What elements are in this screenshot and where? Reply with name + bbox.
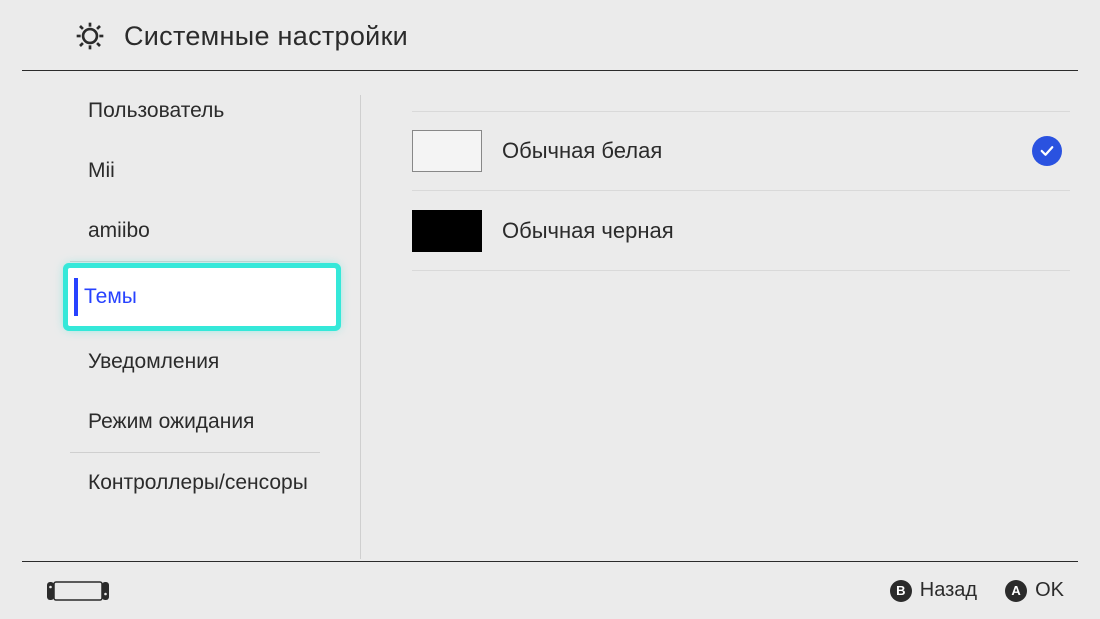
sidebar-item-themes[interactable]: Темы (68, 268, 336, 326)
sidebar-item-label: Уведомления (88, 350, 219, 374)
check-icon (1032, 136, 1062, 166)
sidebar-item-label: Темы (84, 285, 137, 309)
content-panel: Обычная белая Обычная черная (360, 71, 1100, 555)
theme-label: Обычная белая (502, 138, 662, 164)
sidebar-item-label: amiibo (88, 219, 150, 243)
sidebar-item-sleep[interactable]: Режим ожидания (0, 392, 360, 452)
header: Системные настройки (22, 0, 1078, 71)
theme-label: Обычная черная (502, 218, 674, 244)
back-hint[interactable]: B Назад (890, 579, 977, 602)
vertical-divider (360, 95, 361, 559)
sidebar-item-label: Пользователь (88, 99, 224, 123)
sidebar-item-controllers[interactable]: Контроллеры/сенсоры (0, 453, 360, 513)
theme-option-black[interactable]: Обычная черная (412, 191, 1070, 271)
sidebar-item-label: Mii (88, 159, 115, 183)
a-button-icon: A (1005, 580, 1027, 602)
controller-icon[interactable] (46, 579, 110, 603)
sidebar: Пользователь Mii amiibo Темы Уведомления… (0, 71, 360, 555)
gear-icon (74, 20, 106, 52)
sidebar-item-mii[interactable]: Mii (0, 141, 360, 201)
page-title: Системные настройки (124, 21, 408, 52)
sidebar-item-label: Контроллеры/сенсоры (88, 471, 308, 495)
sidebar-item-label: Режим ожидания (88, 410, 254, 434)
theme-option-white[interactable]: Обычная белая (412, 111, 1070, 191)
ok-label: OK (1035, 579, 1064, 602)
ok-hint[interactable]: A OK (1005, 579, 1064, 602)
b-button-icon: B (890, 580, 912, 602)
sidebar-separator (70, 261, 320, 262)
footer: B Назад A OK (22, 561, 1078, 619)
theme-swatch-white (412, 130, 482, 172)
sidebar-item-notifications[interactable]: Уведомления (0, 332, 360, 392)
theme-swatch-black (412, 210, 482, 252)
back-label: Назад (920, 579, 977, 602)
sidebar-item-user[interactable]: Пользователь (0, 81, 360, 141)
sidebar-item-amiibo[interactable]: amiibo (0, 201, 360, 261)
